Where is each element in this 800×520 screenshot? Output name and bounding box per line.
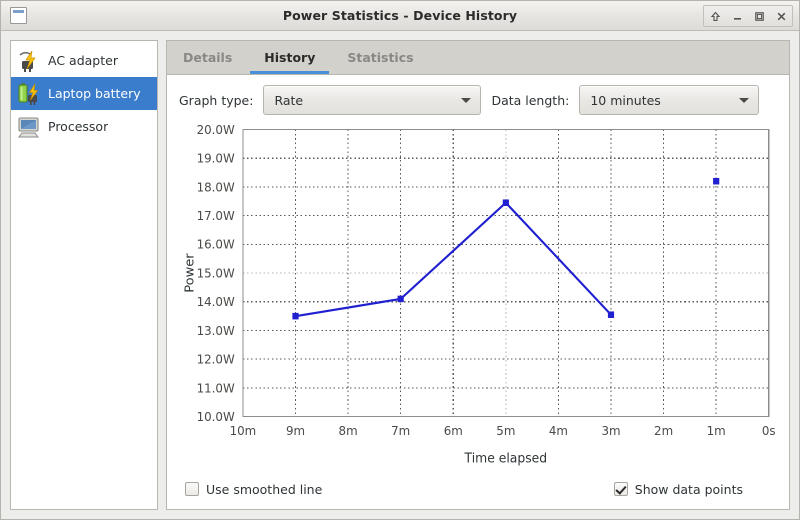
- x-axis-tick-label: 9m: [286, 424, 305, 438]
- sidebar-item-ac-adapter[interactable]: AC adapter: [11, 44, 157, 77]
- history-panel: Graph type: Rate Data length: 10 minutes…: [166, 74, 790, 510]
- y-axis-tick-label: 14.0W: [197, 295, 235, 309]
- data-point-marker: [502, 199, 509, 206]
- data-length-value: 10 minutes: [590, 92, 661, 108]
- graph-controls: Graph type: Rate Data length: 10 minutes: [179, 85, 777, 115]
- y-axis-tick-label: 15.0W: [197, 266, 235, 280]
- title-bar: Power Statistics - Device History: [1, 1, 799, 31]
- x-axis-title: Time elapsed: [464, 450, 548, 465]
- processor-icon: [16, 114, 42, 140]
- chevron-down-icon: [461, 98, 472, 103]
- use-smoothed-line-label: Use smoothed line: [206, 481, 323, 497]
- sidebar-item-laptop-battery[interactable]: Laptop battery: [11, 77, 157, 110]
- chevron-down-icon: [739, 98, 750, 103]
- graph-type-select[interactable]: Rate: [263, 85, 482, 115]
- show-data-points-label: Show data points: [634, 481, 743, 497]
- sidebar-item-label: Processor: [48, 119, 109, 134]
- data-point-marker: [397, 295, 404, 303]
- use-smoothed-line-checkbox[interactable]: Use smoothed line: [185, 482, 322, 497]
- y-axis-tick-label: 20.0W: [197, 123, 235, 137]
- tab-details[interactable]: Details: [167, 41, 248, 74]
- tab-statistics[interactable]: Statistics: [331, 41, 429, 74]
- y-axis-tick-label: 16.0W: [197, 237, 235, 251]
- y-axis-tick-label: 10.0W: [197, 410, 235, 424]
- shade-button[interactable]: [704, 7, 726, 25]
- chart-canvas: 10.0W 11.0W 12.0W 13.0W 14.0W 15.0W 16.0W 17.0W…: [182, 123, 776, 465]
- data-point-marker: [292, 312, 299, 320]
- x-axis-tick-label: 7m: [391, 424, 410, 438]
- sidebar-item-label: AC adapter: [48, 53, 118, 68]
- x-axis-tick-label: 0s: [762, 424, 776, 438]
- window-content: AC adapter Laptop battery Processor Deta…: [1, 31, 799, 519]
- x-axis-tick-label: 1m: [707, 424, 726, 438]
- tab-history[interactable]: History: [248, 41, 331, 74]
- window-controls: [703, 5, 793, 27]
- minimize-button[interactable]: [726, 7, 748, 25]
- battery-icon: [16, 81, 42, 107]
- x-axis-tick-label: 4m: [549, 424, 568, 438]
- sidebar-item-processor[interactable]: Processor: [11, 110, 157, 143]
- x-axis-tick-label: 3m: [601, 424, 620, 438]
- data-point-marker: [713, 177, 720, 185]
- x-axis-tick-label: 6m: [444, 424, 463, 438]
- x-axis-tick-label: 2m: [654, 424, 673, 438]
- detail-pane: Details History Statistics Graph type: R…: [166, 40, 790, 510]
- data-length-label: Data length:: [491, 92, 570, 108]
- data-length-select[interactable]: 10 minutes: [579, 85, 760, 115]
- show-data-points-checkbox[interactable]: Show data points: [613, 481, 743, 497]
- y-axis-tick-label: 12.0W: [197, 352, 235, 366]
- chart-options: Use smoothed line Show data points: [179, 477, 777, 501]
- window-title: Power Statistics - Device History: [282, 8, 518, 23]
- checkbox-box[interactable]: [613, 482, 628, 496]
- data-point-marker: [607, 311, 615, 318]
- x-axis-tick-label: 10m: [230, 424, 257, 438]
- y-axis-title: Power: [182, 253, 197, 293]
- y-axis-tick-label: 18.0W: [197, 180, 235, 194]
- maximize-button[interactable]: [748, 7, 770, 25]
- y-axis-tick-label: 11.0W: [197, 381, 235, 395]
- checkbox-box[interactable]: [185, 482, 199, 496]
- close-button[interactable]: [770, 7, 792, 25]
- power-statistics-window: Power Statistics - Device History AC ada…: [0, 0, 800, 520]
- y-axis-tick-label: 13.0W: [197, 324, 235, 338]
- y-axis-tick-label: 19.0W: [197, 151, 235, 165]
- device-list[interactable]: AC adapter Laptop battery Processor: [10, 40, 158, 510]
- sidebar-item-label: Laptop battery: [48, 86, 141, 101]
- tab-bar[interactable]: Details History Statistics: [166, 40, 790, 74]
- power-history-chart: 10.0W 11.0W 12.0W 13.0W 14.0W 15.0W 16.0W 17.0W…: [179, 123, 777, 471]
- y-axis-tick-label: 17.0W: [197, 209, 235, 223]
- graph-type-value: Rate: [274, 92, 304, 108]
- x-axis-tick-label: 5m: [496, 424, 515, 438]
- x-axis-tick-label: 8m: [339, 424, 358, 438]
- graph-type-label: Graph type:: [179, 92, 254, 108]
- ac-adapter-icon: [16, 48, 42, 74]
